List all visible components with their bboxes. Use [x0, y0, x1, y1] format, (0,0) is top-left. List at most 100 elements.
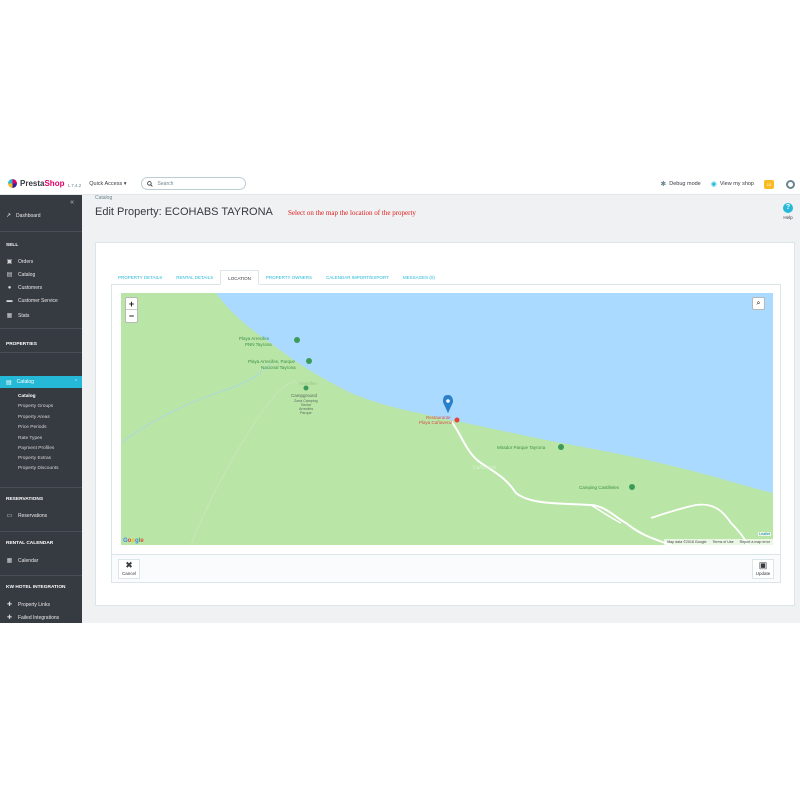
dashboard-label: Dashboard: [16, 212, 41, 219]
store-icon: ▤: [6, 379, 12, 386]
customer-service-label: Customer Service: [18, 298, 58, 304]
notifications-icon[interactable]: 10: [764, 179, 774, 189]
map-label-arrecifes: Playa Arrecifes: [239, 336, 270, 341]
sub-item-property-discounts[interactable]: Property Discounts: [18, 466, 59, 471]
park-marker-icon[interactable]: [306, 358, 312, 364]
viewpoint-marker-icon[interactable]: [558, 444, 564, 450]
tab-messages[interactable]: MESSAGES (0): [396, 270, 442, 285]
map-label-road: Cañaveral: [473, 465, 496, 471]
pin-center: [446, 399, 450, 403]
stats-icon: ▦: [6, 313, 13, 319]
debug-mode-link[interactable]: ✱ Debug mode: [660, 180, 700, 188]
tab-rental-details[interactable]: RENTAL DETAILS: [169, 270, 220, 285]
sidebar-item-orders[interactable]: ▣ Orders: [6, 258, 34, 266]
sub-item-price-periods[interactable]: Price Periods: [18, 425, 47, 430]
tab-location[interactable]: LOCATION: [220, 270, 259, 285]
sidebar-item-customer-service[interactable]: ▬ Customer Service: [6, 298, 58, 304]
property-links-label: Property Links: [18, 601, 50, 608]
breadcrumb[interactable]: Catalog: [95, 195, 112, 201]
tab-bar: PROPERTY DETAILS RENTAL DETAILS LOCATION…: [111, 270, 781, 285]
eye-icon: ◉: [710, 181, 717, 188]
view-shop-link[interactable]: ◉ View my shop: [711, 180, 754, 188]
sub-item-rate-types[interactable]: Rate Types: [18, 436, 42, 441]
map-data-label: Map data ©2018 Google: [667, 540, 707, 544]
map-label-campground: Campground: [291, 393, 318, 398]
tab-property-details[interactable]: PROPERTY DETAILS: [111, 270, 169, 285]
sidebar-item-customers[interactable]: ● Customers: [6, 285, 43, 291]
map-label-arrecifes-faint: Arrecifes: [299, 381, 318, 386]
sub-item-payment-profiles[interactable]: Payment Profiles: [18, 446, 54, 451]
help-button[interactable]: ? Help: [783, 203, 793, 220]
logo-suffix: Shop: [44, 179, 65, 188]
chevron-up-icon: ⌃: [73, 379, 78, 385]
sidebar: « ↗ Dashboard SELL ▣ Orders ▤ Catalog ● Cust…: [0, 195, 82, 623]
zoom-out-button[interactable]: −: [126, 310, 137, 322]
tab-property-owners[interactable]: PROPERTY OWNERS: [259, 270, 319, 285]
sub-item-property-groups[interactable]: Property Groups: [18, 404, 53, 409]
collapse-sidebar-icon[interactable]: «: [70, 199, 74, 206]
zoom-in-button[interactable]: +: [126, 298, 137, 310]
catalog-label: Catalog: [16, 379, 34, 385]
restaurant-marker-icon[interactable]: [454, 417, 460, 423]
sidebar-item-failed-integrations[interactable]: ✚ Failed Integrations: [6, 614, 60, 622]
chat-icon: ▬: [6, 298, 13, 304]
map-label-restaurant-sub: Playa Cañaveral: [419, 420, 452, 425]
calendar-icon: ▦: [6, 558, 13, 564]
sidebar-item-dashboard[interactable]: ↗ Dashboard: [6, 212, 41, 220]
quick-access-dropdown[interactable]: Quick Access ▾: [89, 181, 126, 187]
page-title: Edit Property: ECOHABS TAYRONA: [95, 206, 273, 218]
park-marker-icon[interactable]: [294, 337, 300, 343]
debug-mode-label: Debug mode: [669, 181, 701, 187]
map-canvas[interactable]: Playa Arrecifes PNN Tayrona Playa Arreci…: [121, 293, 773, 545]
sidebar-divider: [0, 352, 82, 353]
leaflet-link[interactable]: Leaflet: [758, 532, 771, 536]
logo-icon: [8, 179, 17, 188]
account-icon: ●: [7, 285, 12, 291]
user-avatar-icon[interactable]: [786, 179, 795, 189]
map-search-button[interactable]: ⌕: [752, 297, 765, 310]
prestashop-logo[interactable]: PrestaShop 1.7.4.2: [8, 179, 81, 188]
sidebar-item-property-links[interactable]: ✚ Property Links: [6, 601, 50, 609]
update-label: Update: [755, 571, 771, 576]
map-attribution: Map data ©2018 Google Terms of Use Repor…: [664, 539, 773, 545]
sub-item-catalog[interactable]: Catalog: [18, 394, 36, 399]
trending-icon: ↗: [6, 213, 12, 219]
tab-calendar-import-export[interactable]: CALENDAR IMPORT/EXPORT: [319, 270, 396, 285]
campground-marker-icon[interactable]: [303, 385, 309, 391]
map-label-arrecifes-sub: PNN Tayrona: [245, 342, 272, 347]
sub-item-property-areas[interactable]: Property Areas: [18, 415, 50, 420]
terms-link[interactable]: Terms of Use: [712, 540, 733, 544]
section-rental-calendar: RENTAL CALENDAR: [6, 541, 54, 546]
map-label-arrecifes-parque-sub: Nacional Tayrona: [261, 365, 296, 370]
sidebar-item-calendar[interactable]: ▦ Calendar: [6, 557, 39, 565]
sidebar-item-reservations[interactable]: ▭ Reservations: [6, 512, 48, 520]
reservations-icon: ▭: [6, 513, 13, 519]
cancel-button[interactable]: ✖ Cancel: [118, 559, 140, 579]
save-icon: ▣: [758, 560, 768, 570]
location-map[interactable]: Playa Arrecifes PNN Tayrona Playa Arreci…: [121, 293, 773, 545]
sidebar-item-catalog[interactable]: ▤ Catalog ⌃: [0, 376, 82, 388]
help-icon: ?: [783, 203, 793, 213]
sidebar-divider: [0, 487, 82, 488]
update-button[interactable]: ▣ Update: [752, 559, 774, 579]
map-label-arrecifes-parque: Playa Arrecifes, Parque: [248, 359, 296, 364]
map-label-mirador: Mirador Parque Tayrona: [497, 445, 546, 450]
orders-icon: ▣: [6, 259, 13, 265]
location-instruction: Select on the map the location of the pr…: [288, 209, 416, 217]
camping-marker-icon[interactable]: [629, 484, 635, 490]
sub-item-property-extras[interactable]: Property Extras: [18, 456, 51, 461]
failed-integrations-label: Failed Integrations: [18, 614, 60, 621]
map-label-camping: Camping Castilletes: [579, 485, 620, 490]
google-logo[interactable]: Google: [123, 538, 144, 544]
puzzle-icon: ✚: [6, 602, 13, 608]
close-icon: ✖: [125, 560, 133, 570]
store-icon: ▤: [6, 272, 13, 278]
cancel-label: Cancel: [121, 571, 136, 576]
sidebar-item-stats[interactable]: ▦ Stats: [6, 312, 30, 320]
sidebar-item-catalog-sell[interactable]: ▤ Catalog: [6, 271, 36, 279]
sidebar-divider: [0, 328, 82, 329]
report-error-link[interactable]: Report a map error: [740, 540, 770, 544]
search-input[interactable]: Search: [140, 177, 246, 190]
location-map-container: Playa Arrecifes PNN Tayrona Playa Arreci…: [111, 285, 781, 555]
reservations-label: Reservations: [18, 512, 48, 519]
